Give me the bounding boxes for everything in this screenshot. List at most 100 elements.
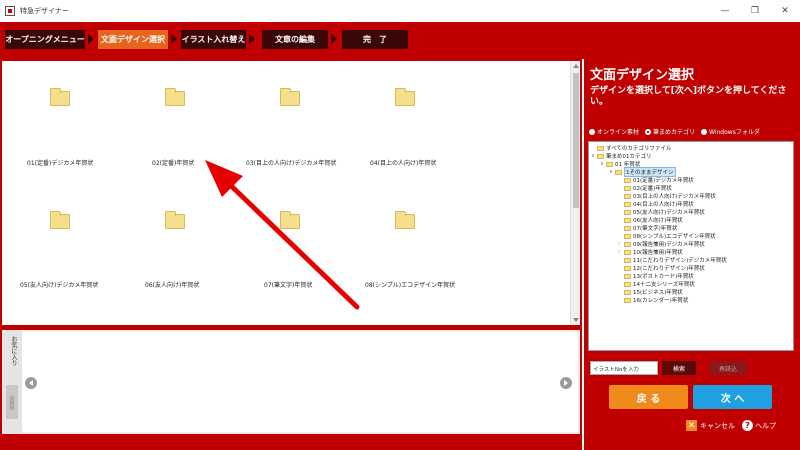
- cancel-button[interactable]: ✕ キャンセル: [686, 420, 735, 431]
- tree-item-label: 16(カレンダー)年賀状: [633, 298, 689, 304]
- tree-item-label: 14十二支シリーズ年賀状: [633, 282, 695, 288]
- search-button[interactable]: 検索: [662, 361, 696, 375]
- tree-item-label: 15(ビジネス)年賀状: [633, 290, 683, 296]
- reload-button[interactable]: 再読込: [710, 361, 746, 375]
- folder-icon: [624, 249, 631, 255]
- tree-item[interactable]: › 10(報告兼用)年賀状: [618, 248, 683, 256]
- tree-item[interactable]: 11(こだわりデザイン)デジカメ年賀状: [618, 256, 727, 264]
- tree-item[interactable]: 14十二支シリーズ年賀状: [618, 280, 695, 288]
- tree-item[interactable]: 08(シンプル)エコデザイン年賀状: [618, 232, 716, 240]
- close-icon: ✕: [686, 420, 697, 431]
- restore-icon[interactable]: ❐: [740, 0, 770, 22]
- folder-icon: [624, 233, 631, 239]
- category-tree: すべてのカテゴリファイル ∨ 筆まめ01カテゴリ ∨ 01 年賀状 ∨ 1そのままデザ…: [588, 141, 794, 351]
- next-arrow-icon[interactable]: [560, 377, 572, 389]
- tree-item-label: 07(筆文字)年賀状: [633, 226, 678, 232]
- tree-item[interactable]: › 09(報告兼用)デジカメ年賀状: [618, 240, 705, 248]
- tree-item[interactable]: 16(カレンダー)年賀状: [618, 296, 688, 304]
- tree-item-label: 04(目上の人向け)年賀状: [633, 202, 694, 208]
- tree-item-label: 10(報告兼用)年賀状: [633, 250, 683, 256]
- tree-item-label: 筆まめ01カテゴリ: [606, 154, 652, 160]
- step-arrow-icon: [249, 34, 255, 44]
- tree-item-label: 06(友人向け)年賀状: [633, 218, 683, 224]
- design-thumbnail-grid: 01(定番)デジカメ年賀状 02(定番)年賀状 03(目上の人向け)デジカメ年賀…: [2, 61, 570, 325]
- favorites-remove-button[interactable]: 全解除: [6, 385, 18, 419]
- radio-label: オンライン素材: [597, 129, 640, 136]
- minimize-icon[interactable]: —: [710, 0, 740, 22]
- radio-icon: [701, 128, 708, 135]
- next-button[interactable]: 次 へ: [693, 385, 772, 409]
- scroll-down-icon[interactable]: [573, 318, 579, 322]
- panel-instruction: デザインを選択して[次へ]ボタンを押してください。: [590, 86, 787, 107]
- window-title: 特急デザイナー: [20, 7, 69, 15]
- radio-online-materials[interactable]: オンライン素材: [589, 127, 639, 136]
- tree-item[interactable]: 15(ビジネス)年賀状: [618, 288, 683, 296]
- tree-item[interactable]: 03(目上の人向け)デジカメ年賀状: [618, 192, 716, 200]
- step-complete[interactable]: 完 了: [342, 30, 408, 49]
- favorites-panel: お気に入り 全解除: [2, 330, 580, 434]
- folder-icon: [624, 289, 631, 295]
- tree-item-label: すべてのカテゴリファイル: [606, 146, 672, 152]
- step-label: 文面デザイン選択: [101, 35, 165, 44]
- favorites-tab[interactable]: お気に入り 全解除: [2, 330, 22, 434]
- folder-icon: [624, 257, 631, 263]
- tree-item-label: 08(シンプル)エコデザイン年賀状: [633, 234, 716, 240]
- tree-item-label: 11(こだわりデザイン)デジカメ年賀状: [633, 258, 727, 264]
- tree-item[interactable]: 04(目上の人向け)年賀状: [618, 200, 694, 208]
- thumbnail-scrollbar[interactable]: [570, 61, 580, 325]
- folder-icon: [624, 297, 631, 303]
- folder-icon: [606, 161, 613, 167]
- step-arrow-icon: [331, 34, 337, 44]
- tree-item[interactable]: 05(友人向け)デジカメ年賀状: [618, 208, 705, 216]
- step-text-edit[interactable]: 文章の編集: [262, 30, 328, 49]
- step-opening-menu[interactable]: オープニングメニュー: [5, 30, 85, 49]
- radio-icon: [589, 128, 595, 135]
- tree-item-selected[interactable]: ∨ 1そのままデザイン: [609, 167, 676, 177]
- folder-icon: [624, 217, 631, 223]
- folder-icon: [624, 185, 631, 191]
- radio-label: 筆まめカテゴリ: [653, 129, 696, 136]
- scroll-up-icon[interactable]: [573, 64, 579, 68]
- folder-icon: [597, 153, 604, 159]
- step-design-select[interactable]: 文面デザイン選択: [98, 30, 168, 49]
- folder-icon: [624, 177, 631, 183]
- radio-label: Windowsフォルダ: [709, 129, 760, 136]
- illust-number-input[interactable]: イラストNoを入力: [590, 361, 658, 375]
- tree-item[interactable]: 13(ポストカード)年賀状: [618, 272, 694, 280]
- back-button[interactable]: 戻 る: [609, 385, 688, 409]
- tree-item[interactable]: ∨ 筆まめ01カテゴリ: [591, 152, 652, 160]
- tree-item-label: 09(報告兼用)デジカメ年賀状: [633, 242, 705, 248]
- step-illust-replace[interactable]: イラスト入れ替え: [181, 30, 246, 49]
- left-panel: 01(定番)デジカメ年賀状 02(定番)年賀状 03(目上の人向け)デジカメ年賀…: [0, 59, 582, 450]
- favorites-tab-label: お気に入り: [10, 336, 17, 366]
- tree-item[interactable]: 01(定番)デジカメ年賀状: [618, 176, 694, 184]
- prev-arrow-icon[interactable]: [25, 377, 37, 389]
- folder-icon: [597, 145, 604, 151]
- folder-icon: [624, 225, 631, 231]
- panel-title: 文面デザイン選択: [590, 68, 695, 83]
- right-panel: 文面デザイン選択 デザインを選択して[次へ]ボタンを押してください。 オンライン…: [584, 59, 800, 450]
- tree-item[interactable]: 12(こだわりデザイン)年賀状: [618, 264, 705, 272]
- tree-item-label: 02(定番)年賀状: [633, 186, 672, 192]
- tree-item[interactable]: 07(筆文字)年賀状: [618, 224, 677, 232]
- tree-item[interactable]: 02(定番)年賀状: [618, 184, 672, 192]
- close-icon[interactable]: ✕: [770, 0, 800, 22]
- help-button[interactable]: ? ヘルプ: [742, 420, 776, 431]
- radio-fudemame-category[interactable]: 筆まめカテゴリ: [645, 127, 695, 136]
- radio-checked-icon: [645, 128, 652, 135]
- folder-icon: [624, 209, 631, 215]
- folder-icon: [624, 193, 631, 199]
- tree-item-label: 05(友人向け)デジカメ年賀状: [633, 210, 705, 216]
- source-radio-group: オンライン素材 筆まめカテゴリ Windowsフォルダ: [589, 127, 766, 136]
- tree-item-label: 12(こだわりデザイン)年賀状: [633, 266, 705, 272]
- tree-item[interactable]: すべてのカテゴリファイル: [591, 144, 671, 152]
- step-navigation: オープニングメニュー 文面デザイン選択 イラスト入れ替え 文章の編集 完 了: [0, 22, 800, 59]
- tree-item[interactable]: 06(友人向け)年賀状: [618, 216, 683, 224]
- step-label: イラスト入れ替え: [181, 35, 246, 44]
- cancel-label: キャンセル: [700, 421, 735, 430]
- help-icon: ?: [742, 420, 753, 431]
- radio-windows-folder[interactable]: Windowsフォルダ: [701, 127, 760, 136]
- folder-icon: [624, 241, 631, 247]
- scrollbar-thumb[interactable]: [573, 73, 579, 208]
- step-label: オープニングメニュー: [5, 35, 85, 44]
